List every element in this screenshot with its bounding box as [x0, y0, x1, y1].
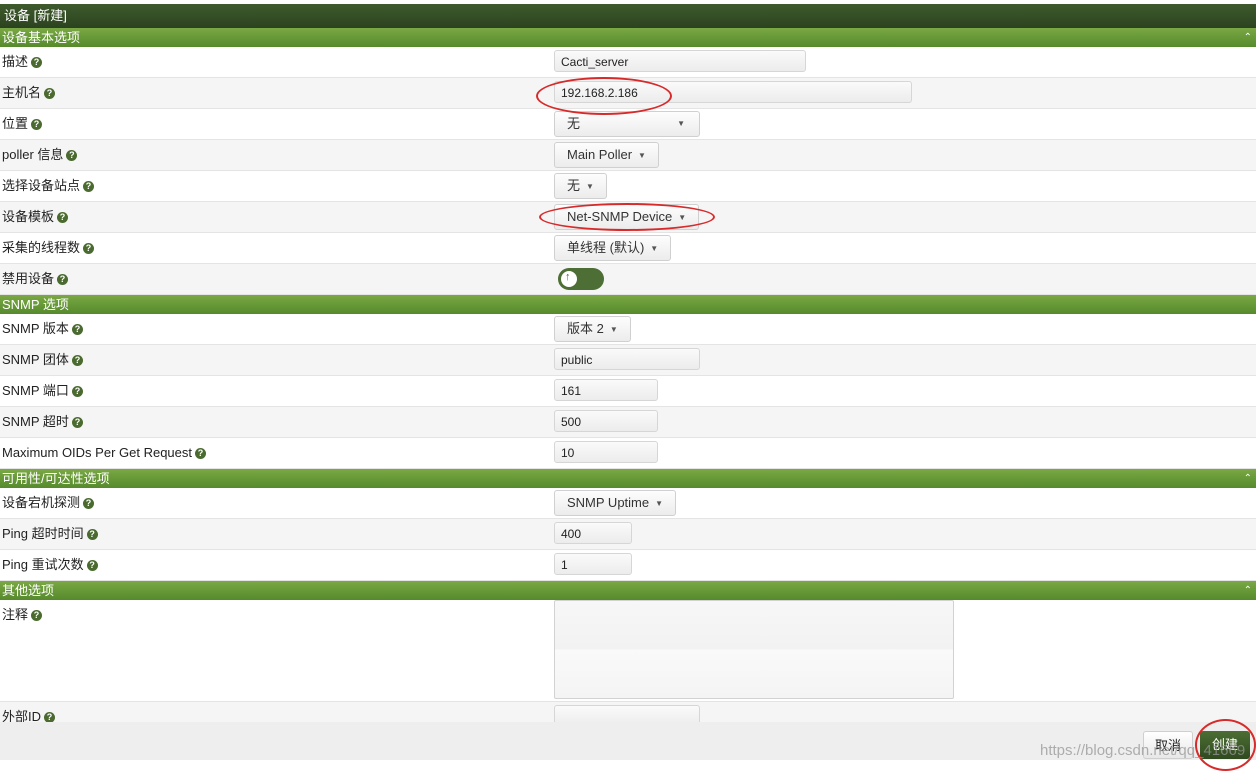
field-label: 注释?: [2, 600, 43, 630]
help-icon[interactable]: ?: [31, 57, 43, 69]
site-select[interactable]: 无 ▼: [554, 173, 607, 199]
watermark-text: https://blog.csdn.net/qq_41669: [1040, 742, 1246, 759]
help-icon[interactable]: ?: [71, 386, 83, 398]
toggle-knob-icon: [561, 271, 577, 287]
snmp-community-input[interactable]: public: [554, 348, 700, 370]
page-title: 设备 [新建]: [0, 4, 1256, 28]
section-title: 其他选项: [2, 583, 55, 598]
chevron-down-icon: ▼: [638, 150, 646, 160]
section-snmp-header[interactable]: SNMP 选项: [0, 295, 1256, 314]
snmp-timeout-input[interactable]: 500: [554, 410, 658, 432]
row-hostname: 主机名? 192.168.2.186: [0, 78, 1256, 109]
chevron-down-icon: ▼: [650, 243, 659, 253]
field-label: Ping 超时时间?: [2, 519, 98, 549]
ping-retries-input[interactable]: 1: [554, 553, 632, 575]
row-downed-detection: 设备宕机探测? SNMP Uptime ▼: [0, 488, 1256, 519]
row-site: 选择设备站点? 无 ▼: [0, 171, 1256, 202]
field-label: 描述?: [2, 47, 43, 77]
description-input[interactable]: Cacti_server: [554, 50, 806, 72]
help-icon[interactable]: ?: [83, 243, 95, 255]
notes-textarea[interactable]: [554, 600, 954, 699]
collapse-icon[interactable]: ⌃: [1244, 469, 1252, 488]
snmp-version-select[interactable]: 版本 2 ▼: [554, 316, 631, 342]
collapse-icon[interactable]: ⌃: [1244, 28, 1252, 47]
section-title: SNMP 选项: [2, 297, 69, 312]
location-select[interactable]: 无 ▼: [554, 111, 700, 137]
row-ping-retries: Ping 重试次数? 1: [0, 550, 1256, 581]
row-poller: poller 信息? Main Poller ▼: [0, 140, 1256, 171]
help-icon[interactable]: ?: [195, 448, 206, 460]
threads-select[interactable]: 单线程 (默认) ▼: [554, 235, 672, 261]
row-ping-timeout: Ping 超时时间? 400: [0, 519, 1256, 550]
max-oids-input[interactable]: 10: [554, 441, 658, 463]
row-template: 设备模板? Net-SNMP Device ▼: [0, 202, 1256, 233]
chevron-down-icon: ▼: [678, 212, 687, 222]
collapse-icon[interactable]: ⌃: [1244, 581, 1252, 600]
row-snmp-version: SNMP 版本? 版本 2 ▼: [0, 314, 1256, 345]
chevron-down-icon: ▼: [609, 324, 618, 334]
help-icon[interactable]: ?: [57, 212, 69, 224]
section-availability-header[interactable]: 可用性/可达性选项 ⌃: [0, 469, 1256, 488]
field-label: SNMP 版本?: [2, 314, 83, 344]
help-icon[interactable]: ?: [83, 498, 95, 510]
help-icon[interactable]: ?: [71, 417, 83, 429]
chevron-down-icon: ▼: [655, 498, 664, 508]
row-max-oids: Maximum OIDs Per Get Request? 10: [0, 438, 1256, 469]
help-icon[interactable]: ?: [83, 181, 95, 193]
field-label: 位置?: [2, 109, 43, 139]
field-label: SNMP 超时?: [2, 407, 83, 437]
row-notes: 注释?: [0, 600, 1256, 702]
template-select[interactable]: Net-SNMP Device ▼: [554, 204, 700, 230]
snmp-port-input[interactable]: 161: [554, 379, 658, 401]
chevron-down-icon: ▼: [586, 181, 594, 191]
help-icon[interactable]: ?: [66, 150, 78, 162]
ping-timeout-input[interactable]: 400: [554, 522, 632, 544]
field-label: SNMP 端口?: [2, 376, 83, 406]
chevron-down-icon: ▼: [677, 119, 685, 128]
disable-toggle[interactable]: [558, 268, 604, 290]
section-title: 可用性/可达性选项: [2, 471, 110, 486]
section-other-header[interactable]: 其他选项 ⌃: [0, 581, 1256, 600]
section-title: 设备基本选项: [2, 30, 81, 45]
help-icon[interactable]: ?: [71, 324, 83, 336]
row-disable: 禁用设备?: [0, 264, 1256, 295]
field-label: 采集的线程数?: [2, 233, 95, 263]
help-icon[interactable]: ?: [71, 355, 83, 367]
field-label: 主机名?: [2, 78, 56, 108]
poller-select[interactable]: Main Poller ▼: [554, 142, 659, 168]
field-label: 选择设备站点?: [2, 171, 95, 201]
help-icon[interactable]: ?: [86, 529, 98, 541]
hostname-input[interactable]: 192.168.2.186: [554, 81, 912, 103]
row-snmp-community: SNMP 团体? public: [0, 345, 1256, 376]
field-label: poller 信息?: [2, 140, 78, 170]
help-icon[interactable]: ?: [57, 274, 69, 286]
help-icon[interactable]: ?: [31, 610, 43, 622]
row-snmp-timeout: SNMP 超时? 500: [0, 407, 1256, 438]
device-form: 设备 [新建] 设备基本选项 ⌃ 描述? Cacti_server 主机名? 1…: [0, 4, 1256, 733]
downed-detection-select[interactable]: SNMP Uptime ▼: [554, 490, 677, 516]
section-basic-header[interactable]: 设备基本选项 ⌃: [0, 28, 1256, 47]
field-label: Maximum OIDs Per Get Request?: [2, 438, 206, 468]
field-label: 设备模板?: [2, 202, 69, 232]
row-description: 描述? Cacti_server: [0, 47, 1256, 78]
field-label: SNMP 团体?: [2, 345, 83, 375]
help-icon[interactable]: ?: [44, 88, 56, 100]
row-location: 位置? 无 ▼: [0, 109, 1256, 140]
field-label: 设备宕机探测?: [2, 488, 95, 518]
field-label: Ping 重试次数?: [2, 550, 98, 580]
row-snmp-port: SNMP 端口? 161: [0, 376, 1256, 407]
field-label: 禁用设备?: [2, 264, 69, 294]
row-threads: 采集的线程数? 单线程 (默认) ▼: [0, 233, 1256, 264]
help-icon[interactable]: ?: [86, 560, 98, 572]
help-icon[interactable]: ?: [31, 119, 43, 131]
